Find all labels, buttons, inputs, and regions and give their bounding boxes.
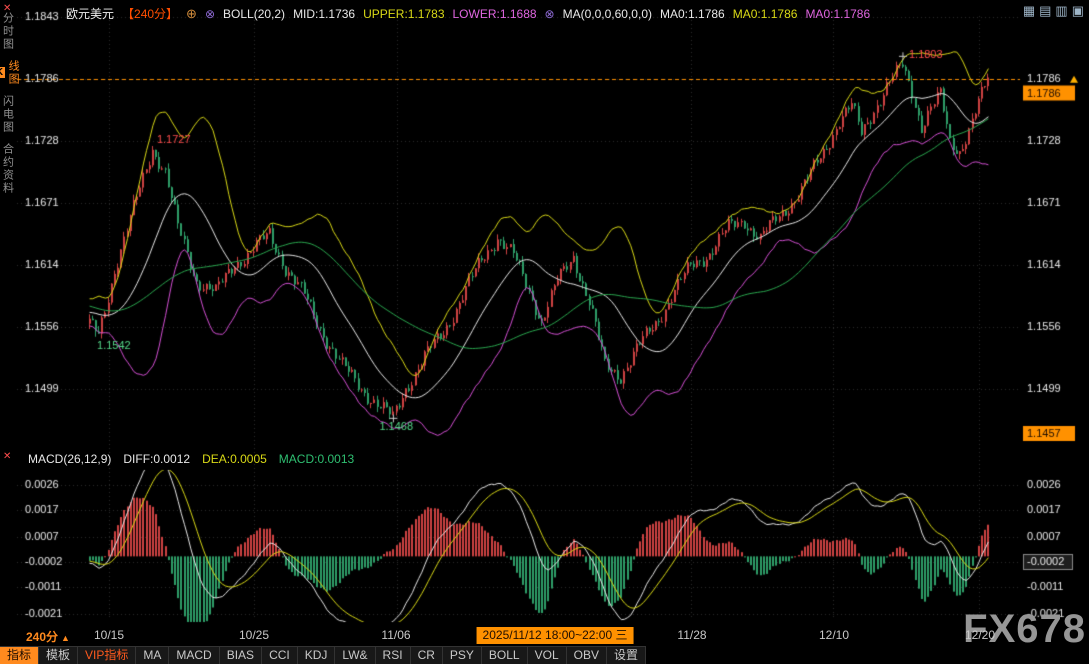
layout-grid-icon[interactable]: ▦: [1023, 4, 1035, 17]
time-axis: 240分▲ 10/15 10/25 11/06 2025/11/12 18:00…: [0, 626, 1089, 646]
toolbar-item-template[interactable]: 模板: [39, 646, 78, 664]
sidebar-item-kline-chart[interactable]: K 线图: [0, 60, 21, 86]
fx678-chart-app: ✕ 欧元美元 【240分】 ⊕ ⊗ BOLL(20,2) MID:1.1736 …: [0, 0, 1089, 664]
ma-value-2: MA0:1.1786: [733, 7, 798, 21]
time-tick-5: 12/10: [819, 628, 849, 642]
macd-diff-value: DIFF:0.0012: [123, 452, 190, 466]
chart-header: 欧元美元 【240分】 ⊕ ⊗ BOLL(20,2) MID:1.1736 UP…: [66, 5, 870, 22]
layout-rows-icon[interactable]: ▥: [1055, 4, 1067, 17]
toolbar-item-boll[interactable]: BOLL: [482, 646, 528, 664]
macd-macd-value: MACD:0.0013: [279, 452, 354, 466]
macd-params: MACD(26,12,9): [28, 452, 111, 466]
boll-upper-value: UPPER:1.1783: [363, 7, 444, 21]
ma-label: MA(0,0,0,60,0,0): [563, 7, 652, 21]
layout-single-icon[interactable]: ▣: [1072, 4, 1084, 17]
timeframe-selector[interactable]: 240分▲: [26, 628, 70, 645]
boll-mid-value: MID:1.1736: [293, 7, 355, 21]
toolbar-item-cci[interactable]: CCI: [262, 646, 298, 664]
close-chart-icon[interactable]: ✕: [3, 3, 11, 14]
time-tick-4: 11/28: [677, 628, 706, 642]
layout-columns-icon[interactable]: ▤: [1039, 4, 1051, 17]
time-tick-1: 10/15: [94, 628, 124, 642]
macd-dea-value: DEA:0.0005: [202, 452, 267, 466]
bottom-toolbar: 指标 模板 VIP指标 MA MACD BIAS CCI KDJ LW& RSI…: [0, 646, 646, 664]
toolbar-item-macd[interactable]: MACD: [169, 646, 219, 664]
toolbar-item-vol[interactable]: VOL: [528, 646, 567, 664]
toolbar-item-indicator[interactable]: 指标: [0, 646, 39, 664]
boll-label: BOLL(20,2): [223, 7, 285, 21]
timeframe-label: 240分: [26, 630, 58, 644]
dropdown-arrow-icon: ▲: [61, 633, 70, 643]
sidebar-item-time-chart[interactable]: 分时图: [0, 12, 16, 51]
selected-candle-time: 2025/11/12 18:00~22:00 三: [477, 627, 634, 644]
boll-lower-value: LOWER:1.1688: [453, 7, 537, 21]
layout-switcher: ▦ ▤ ▥ ▣: [1023, 4, 1084, 17]
toolbar-item-obv[interactable]: OBV: [567, 646, 607, 664]
period-tag[interactable]: 【240分】: [122, 5, 178, 22]
toolbar-item-kdj[interactable]: KDJ: [298, 646, 336, 664]
sidebar-item-lightning-chart[interactable]: 闪电图: [0, 95, 16, 134]
toolbar-item-rsi[interactable]: RSI: [376, 646, 411, 664]
ma-value-3: MA0:1.1786: [805, 7, 870, 21]
sidebar: 分时图 K 线图 闪电图 合约资料: [0, 12, 15, 195]
toolbar-item-vip-indicator[interactable]: VIP指标: [78, 646, 136, 664]
ma-value-1: MA0:1.1786: [660, 7, 725, 21]
time-tick-3: 11/06: [381, 628, 410, 642]
kline-label: 线图: [5, 60, 21, 86]
sidebar-item-contract-info[interactable]: 合约资料: [0, 143, 16, 195]
toolbar-item-ma[interactable]: MA: [136, 646, 169, 664]
toolbar-item-psy[interactable]: PSY: [443, 646, 482, 664]
toolbar-item-lwr[interactable]: LW&: [335, 646, 375, 664]
macd-header: MACD(26,12,9) DIFF:0.0012 DEA:0.0005 MAC…: [28, 452, 354, 466]
add-indicator-icon[interactable]: ⊕: [186, 6, 197, 22]
chart-canvas[interactable]: [15, 0, 1089, 626]
time-tick-6: 12/20: [965, 628, 995, 642]
ma-remove-icon[interactable]: ⊗: [545, 7, 555, 21]
boll-remove-icon[interactable]: ⊗: [205, 7, 215, 21]
close-macd-panel-icon[interactable]: ✕: [3, 451, 11, 462]
toolbar-item-settings[interactable]: 设置: [607, 646, 646, 664]
toolbar-item-bias[interactable]: BIAS: [220, 646, 262, 664]
time-tick-2: 10/25: [239, 628, 269, 642]
toolbar-item-cr[interactable]: CR: [411, 646, 443, 664]
symbol-title: 欧元美元: [66, 5, 114, 22]
